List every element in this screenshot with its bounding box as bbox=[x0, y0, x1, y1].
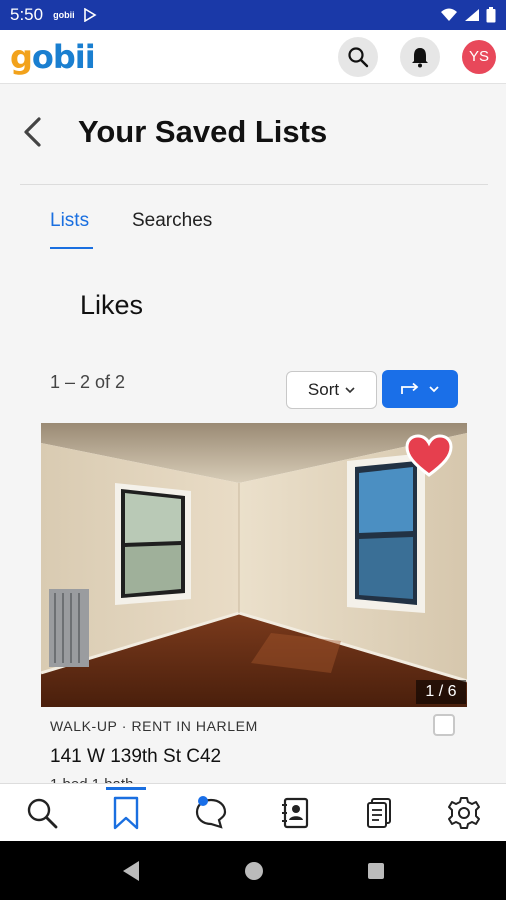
status-time: 5:50 bbox=[10, 5, 44, 24]
messages-badge bbox=[197, 795, 208, 806]
tab-searches[interactable]: Searches bbox=[132, 210, 212, 232]
page-title: Your Saved Lists bbox=[78, 114, 328, 149]
gear-icon bbox=[447, 796, 480, 829]
tab-lists[interactable]: Lists bbox=[50, 210, 89, 232]
bottom-nav bbox=[0, 783, 506, 841]
nav-contacts[interactable] bbox=[270, 788, 320, 838]
back-triangle-icon[interactable] bbox=[121, 860, 141, 882]
notifications-button[interactable] bbox=[400, 36, 440, 77]
search-icon bbox=[348, 46, 369, 67]
home-circle-icon[interactable] bbox=[244, 861, 264, 881]
chevron-left-icon bbox=[24, 117, 41, 147]
back-button[interactable] bbox=[20, 112, 60, 152]
nav-documents[interactable] bbox=[354, 788, 404, 838]
photo-counter: 1 / 6 bbox=[416, 680, 466, 704]
list-title: Likes bbox=[80, 290, 144, 320]
status-indicators bbox=[440, 7, 496, 23]
listing-address[interactable]: 141 W 139th St C42 bbox=[50, 746, 221, 768]
status-bar: 5:50 gobii bbox=[0, 0, 506, 30]
signal-icon bbox=[465, 9, 479, 21]
nav-search[interactable] bbox=[17, 788, 67, 838]
user-avatar[interactable]: YS bbox=[462, 39, 496, 74]
chevron-down-icon bbox=[429, 386, 439, 393]
chevron-down-icon bbox=[345, 387, 355, 394]
wifi-icon bbox=[441, 8, 457, 21]
battery-icon bbox=[486, 7, 496, 23]
nav-messages[interactable] bbox=[186, 788, 236, 838]
play-store-icon bbox=[83, 8, 97, 22]
share-arrow-icon bbox=[401, 382, 419, 394]
search-button[interactable] bbox=[338, 36, 378, 77]
sort-label: Sort bbox=[307, 380, 340, 399]
logo-rest: obii bbox=[31, 37, 96, 76]
recents-square-icon[interactable] bbox=[367, 862, 385, 880]
header-divider bbox=[20, 184, 488, 185]
android-nav-bar bbox=[0, 841, 506, 900]
contacts-book-icon bbox=[282, 797, 309, 828]
gobii-logo[interactable]: g obii bbox=[10, 37, 96, 76]
listing-select-checkbox[interactable] bbox=[433, 714, 455, 736]
like-heart-icon[interactable] bbox=[404, 434, 454, 478]
listing-type: WALK-UP · RENT IN HARLEM bbox=[50, 718, 258, 734]
logo-g: g bbox=[10, 37, 33, 76]
results-count: 1 – 2 of 2 bbox=[50, 372, 126, 392]
bell-icon bbox=[412, 47, 428, 67]
documents-icon bbox=[367, 797, 392, 828]
sort-button[interactable]: Sort bbox=[286, 371, 377, 409]
nav-saved[interactable] bbox=[101, 786, 151, 838]
status-app-tag: gobii bbox=[53, 10, 75, 20]
bookmark-icon bbox=[114, 796, 139, 829]
search-icon bbox=[27, 798, 58, 828]
nav-active-indicator bbox=[106, 786, 147, 790]
active-tab-indicator bbox=[50, 247, 93, 249]
share-button[interactable] bbox=[382, 370, 458, 408]
title-row: Your Saved Lists bbox=[20, 104, 488, 160]
nav-settings[interactable] bbox=[439, 788, 489, 838]
app-header: g obii YS bbox=[0, 30, 506, 84]
